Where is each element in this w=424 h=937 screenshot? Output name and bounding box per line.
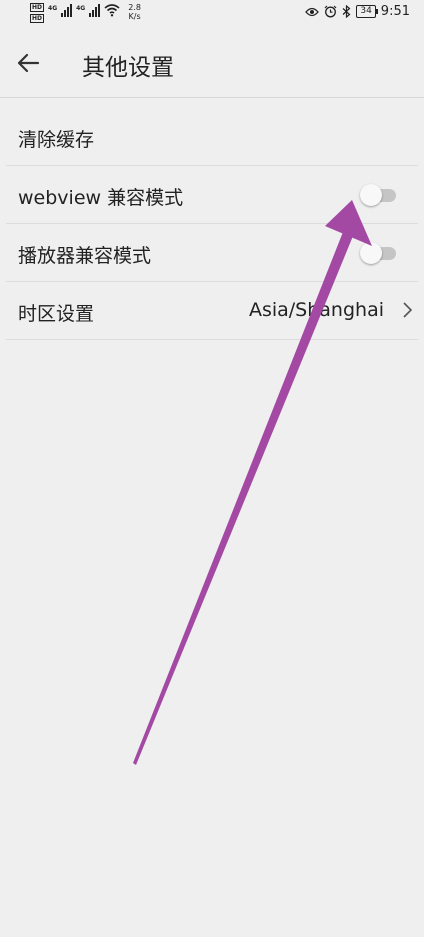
chevron-right-icon <box>403 302 413 318</box>
alarm-icon <box>324 5 337 18</box>
setting-label: webview 兼容模式 <box>18 187 184 209</box>
setting-webview-compat[interactable]: webview 兼容模式 <box>6 166 418 224</box>
timezone-value: Asia/Shanghai <box>248 299 384 321</box>
setting-timezone[interactable]: 时区设置 Asia/Shanghai <box>6 282 418 340</box>
signal-icon <box>89 3 101 17</box>
arrow-left-icon[interactable] <box>14 48 44 78</box>
webview-compat-toggle[interactable] <box>360 184 396 206</box>
network-type-label: 4G <box>76 5 86 12</box>
status-left-group: HD HD 4G 4G 2.8 K/s <box>30 3 141 23</box>
settings-list: 清除缓存 webview 兼容模式 播放器兼容模式 时区设置 Asia/Shan… <box>0 108 424 340</box>
network-type-label: 4G <box>48 5 58 12</box>
app-bar: 其他设置 <box>0 26 424 98</box>
setting-player-compat[interactable]: 播放器兼容模式 <box>6 224 418 282</box>
setting-label: 播放器兼容模式 <box>18 245 152 267</box>
hd-badge: HD <box>30 3 45 12</box>
setting-label: 清除缓存 <box>18 129 95 151</box>
signal-icon <box>61 3 73 17</box>
setting-label: 时区设置 <box>18 303 95 325</box>
toggle-knob <box>360 184 382 206</box>
network-speed: 2.8 K/s <box>128 3 141 21</box>
clock-time: 9:51 <box>380 4 410 19</box>
page-title: 其他设置 <box>82 55 174 81</box>
hd-tags: HD HD <box>30 3 45 23</box>
hd-badge: HD <box>30 14 45 23</box>
speed-unit: K/s <box>128 12 141 21</box>
setting-clear-cache[interactable]: 清除缓存 <box>6 108 418 166</box>
bluetooth-icon <box>342 5 351 18</box>
eye-icon <box>305 7 320 16</box>
status-right-group: 34 9:51 <box>305 4 410 19</box>
battery-indicator: 34 <box>356 5 379 18</box>
player-compat-toggle[interactable] <box>360 242 396 264</box>
wifi-icon <box>104 4 120 17</box>
header-divider <box>0 97 424 98</box>
status-bar: HD HD 4G 4G 2.8 K/s 34 9:51 <box>0 0 424 26</box>
speed-value: 2.8 <box>128 3 141 12</box>
toggle-knob <box>360 242 382 264</box>
